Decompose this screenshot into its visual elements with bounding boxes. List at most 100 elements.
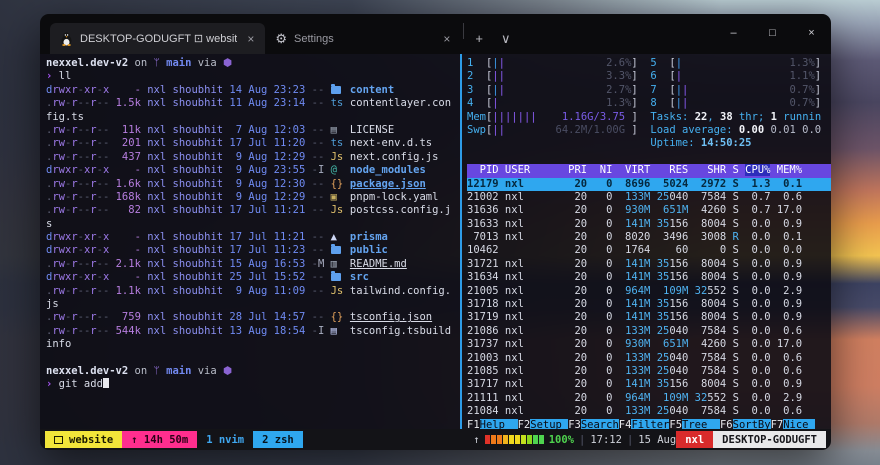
text-segment	[505, 57, 606, 69]
file-owner: nxl shoubhit	[147, 164, 223, 176]
memory-value: 3496	[657, 231, 689, 243]
process-row[interactable]: 31718 nxl 20 0 141M 35156 8004 S 0.0 0.9	[467, 298, 831, 311]
process-row[interactable]: 31717 nxl 20 0 141M 35156 8004 S 0.0 0.9	[467, 378, 831, 391]
process-cpu: 0.0	[739, 325, 771, 337]
file-owner: nxl shoubhit	[147, 311, 223, 323]
process-row[interactable]: 31633 nxl 20 0 141M 35156 8004 S 0.0 0.9	[467, 218, 831, 231]
shell-pane[interactable]: nexxel.dev-v2 on ᛘ main via ⬢› lldrwxr-x…	[40, 54, 460, 429]
memory-value: 141M	[625, 258, 650, 270]
prompt-directory: nexxel.dev-v2	[46, 57, 128, 69]
command-text: ll	[52, 70, 71, 82]
process-cpu: 0.0	[739, 378, 771, 390]
process-row[interactable]: 31719 nxl 20 0 141M 35156 8004 S 0.0 0.9	[467, 311, 831, 324]
command-text: git add	[52, 378, 103, 390]
tab-terminal-close-icon[interactable]: ×	[244, 32, 257, 46]
memory-value: 133M	[625, 352, 650, 364]
process-pid: 31633	[467, 218, 499, 230]
process-pid: 31719	[467, 311, 499, 323]
battery-block	[485, 435, 490, 444]
process-row[interactable]: 7013 nxl 20 0 8020 3496 3008 R 0.0 0.1	[467, 231, 831, 244]
nodejs-icon: ⬢	[223, 365, 232, 377]
process-cpu: 0.0	[739, 338, 771, 350]
maximize-button[interactable]: □	[753, 14, 792, 52]
memory-value: 25	[657, 191, 670, 203]
minimize-button[interactable]: –	[714, 14, 753, 52]
text-segment: |	[622, 434, 638, 446]
status-segment-label: 14h 50m	[144, 434, 188, 446]
status-segment-win-2-zsh[interactable]: 2 zsh	[253, 431, 303, 448]
file-owner: nxl shoubhit	[147, 97, 223, 109]
text-segment	[802, 352, 827, 364]
process-row[interactable]: 31636 nxl 20 0 930M 651M 4260 S 0.7 17.0	[467, 204, 831, 217]
text-segment: ]	[815, 97, 821, 109]
file-name: postcss.config.j	[350, 204, 451, 216]
status-segment-window-website[interactable]: website	[45, 431, 122, 448]
status-segment-session-uptime[interactable]: ↑ 14h 50m	[122, 431, 197, 448]
process-user: nxl	[499, 218, 562, 230]
text-segment: |	[574, 434, 590, 446]
file-listing-row: .rw-r--r-- 11k nxl shoubhit 7 Aug 12:03 …	[46, 124, 460, 137]
file-listing-row: drwxr-xr-x - nxl shoubhit 25 Jul 15:52 -…	[46, 271, 460, 284]
text-segment	[505, 70, 606, 82]
file-listing-row: .rw-r--r-- 1.5k nxl shoubhit 11 Aug 23:1…	[46, 97, 460, 110]
memory-value: 8004	[695, 258, 727, 270]
close-button[interactable]: ×	[792, 14, 831, 52]
process-row[interactable]: 31634 nxl 20 0 141M 35156 8004 S 0.0 0.9	[467, 271, 831, 284]
file-size: 1.6k	[116, 178, 141, 190]
memory-value: 8004	[695, 218, 727, 230]
uptime: Uptime:	[650, 137, 701, 149]
process-row[interactable]: 21111 nxl 20 0 964M 109M 32552 S 0.0 2.9	[467, 392, 831, 405]
file-type-icon: ts	[331, 97, 344, 110]
process-pid: 31718	[467, 298, 499, 310]
process-row[interactable]: 21086 nxl 20 0 133M 25040 7584 S 0.0 0.6	[467, 325, 831, 338]
process-row[interactable]: 21003 nxl 20 0 133M 25040 7584 S 0.0 0.6	[467, 352, 831, 365]
status-host-badge[interactable]: DESKTOP-GODUGFT	[713, 431, 826, 448]
process-row[interactable]: 21085 nxl 20 0 133M 25040 7584 S 0.0 0.6	[467, 365, 831, 378]
load-average: 0.0	[802, 124, 821, 136]
status-segment-label: website	[69, 434, 113, 446]
tab-settings-close-icon[interactable]: ×	[440, 32, 453, 46]
folder-icon	[331, 246, 341, 254]
process-row[interactable]: 21005 nxl 20 0 964M 109M 32552 S 0.0 2.9	[467, 285, 831, 298]
file-date: 9 Aug 12:29	[229, 191, 305, 203]
memory-value: 7584	[695, 325, 727, 337]
process-row[interactable]: 12179 nxl 20 0 8696 5024 2972 S 1.3 0.1	[467, 178, 831, 191]
process-row[interactable]: 21084 nxl 20 0 133M 25040 7584 S 0.0 0.6	[467, 405, 831, 418]
file-date: 15 Aug 16:53	[229, 258, 305, 270]
status-user-badge[interactable]: nxl	[676, 431, 713, 448]
process-row[interactable]: 31737 nxl 20 0 930M 651M 4260 S 0.0 17.0	[467, 338, 831, 351]
file-type-icon: ▤	[331, 325, 344, 338]
process-row[interactable]: 21002 nxl 20 0 133M 25040 7584 S 0.7 0.6	[467, 191, 831, 204]
cpu-meter-line: 3 [|| 2.7%] 7 [|| 0.7%]	[467, 84, 831, 97]
titlebar: DESKTOP-GODUGFT ⊡ websit × ⚙ Settings × …	[40, 14, 831, 54]
memory-value: 133M	[625, 405, 650, 417]
htop-pane[interactable]: 1 [|| 2.6%] 5 [| 1.3%]2 [|| 3.3%] 6 [| 1…	[462, 54, 831, 429]
memory-value: 109M	[663, 392, 688, 404]
memory-value: 8004	[695, 378, 727, 390]
tab-dropdown-button[interactable]: ∨	[492, 23, 520, 54]
process-pid: 21086	[467, 325, 499, 337]
memory-value: 25	[657, 365, 670, 377]
text-segment: 20 0	[562, 204, 619, 216]
file-owner: nxl shoubhit	[147, 178, 223, 190]
tab-settings[interactable]: ⚙ Settings ×	[265, 23, 461, 54]
tasks-summary: thr;	[733, 111, 771, 123]
process-row[interactable]: 10462 20 0 1764 60 0 S 0.0 0.0	[467, 244, 831, 257]
uptime: 14:50:25	[701, 137, 752, 149]
tab-terminal[interactable]: DESKTOP-GODUGFT ⊡ websit ×	[50, 23, 265, 54]
process-table-header[interactable]: PID USER PRI NI VIRT RES SHR S CPU% MEM%	[467, 164, 831, 177]
process-user: nxl	[499, 191, 562, 203]
memory-value: 25	[657, 352, 670, 364]
text-segment: 20 0	[562, 392, 619, 404]
memory-value: 32	[695, 285, 708, 297]
memory-value: 141M	[625, 378, 650, 390]
status-segment-win-1-nvim[interactable]: 1 nvim	[197, 431, 253, 448]
text-segment: 156	[669, 218, 688, 230]
battery-percent: 100%	[549, 434, 574, 446]
text-segment: [	[473, 57, 492, 69]
text-segment: 20 0	[562, 258, 619, 270]
process-cpu: 0.0	[739, 258, 771, 270]
new-tab-button[interactable]: +	[466, 23, 492, 54]
process-row[interactable]: 31721 nxl 20 0 141M 35156 8004 S 0.0 0.9	[467, 258, 831, 271]
window-icon	[54, 436, 63, 444]
